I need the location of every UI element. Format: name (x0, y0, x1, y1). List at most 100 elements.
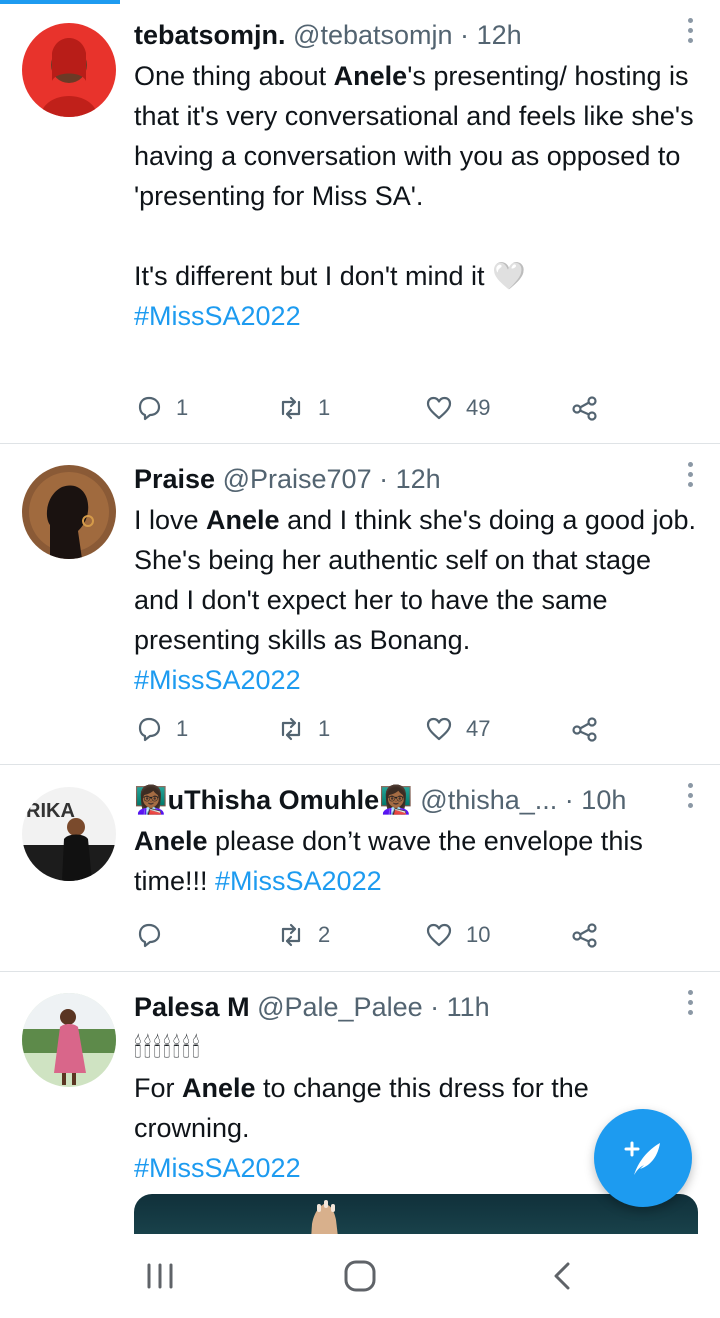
timestamp[interactable]: 12h (477, 20, 522, 50)
avatar-backdrop-text: RIKA (26, 800, 75, 822)
more-icon[interactable] (686, 18, 694, 48)
tweet-header: Praise @Praise707 · 12h (134, 460, 680, 498)
like-count: 47 (466, 716, 491, 741)
timestamp[interactable]: 10h (581, 785, 626, 815)
display-name[interactable]: 👩🏾‍🏫uThisha Omuhle👩🏾‍🏫 (134, 785, 413, 815)
display-name[interactable]: tebatsomjn. (134, 20, 286, 50)
like-button[interactable]: 10 (424, 917, 490, 953)
timestamp[interactable]: 12h (396, 464, 441, 494)
retweet-icon (281, 923, 301, 947)
share-icon (572, 396, 597, 421)
retweet-icon (281, 396, 301, 420)
avatar[interactable] (22, 993, 116, 1087)
retweet-count: 1 (318, 395, 331, 420)
share-button[interactable] (570, 917, 600, 953)
media-image (311, 1200, 338, 1234)
tweet-text: Anele please don’t wave the envelope thi… (134, 821, 702, 901)
reply-button[interactable]: 1 (134, 711, 188, 747)
system-navigation-bar (0, 1234, 720, 1318)
reply-count: 1 (176, 716, 189, 741)
tweet-header: tebatsomjn. @tebatsomjn · 12h (134, 16, 680, 54)
home-button[interactable] (340, 1256, 380, 1296)
avatar-image (22, 465, 116, 559)
retweet-button[interactable]: 1 (276, 711, 330, 747)
retweet-button[interactable]: 2 (276, 917, 330, 953)
tweet-actions: 1 1 49 (134, 390, 614, 426)
tweet-actions: 1 1 47 (134, 711, 614, 747)
text-segment: For (134, 1073, 183, 1103)
home-icon (344, 1260, 376, 1292)
avatar-image (22, 993, 116, 1087)
share-button[interactable] (570, 711, 600, 747)
separator-dot: · (430, 992, 440, 1022)
text-line: It's different but I don't mind it 🤍 (134, 261, 526, 291)
more-icon[interactable] (686, 990, 694, 1020)
recents-button[interactable] (140, 1256, 180, 1296)
like-icon (426, 396, 452, 420)
avatar-image (22, 23, 116, 117)
tweet[interactable]: tebatsomjn. @tebatsomjn · 12h One thing … (0, 0, 720, 444)
share-icon (572, 717, 597, 742)
user-handle[interactable]: @Pale_Palee (257, 992, 423, 1022)
tweet-header: 👩🏾‍🏫uThisha Omuhle👩🏾‍🏫 @thisha_... · 10h (134, 781, 676, 819)
tweet-text: I love Anele and I think she's doing a g… (134, 500, 702, 700)
tweet-text: One thing about Anele's presenting/ host… (134, 56, 702, 336)
compose-tweet-button[interactable] (594, 1109, 692, 1207)
timestamp[interactable]: 11h (447, 992, 490, 1022)
search-highlight: Anele (333, 61, 408, 91)
share-icon (572, 923, 597, 948)
more-icon[interactable] (686, 783, 694, 813)
search-highlight: Anele (134, 826, 208, 856)
avatar[interactable] (22, 465, 116, 559)
avatar[interactable] (22, 23, 116, 117)
tweet[interactable]: RIKA 👩🏾‍🏫uThisha Omuhle👩🏾‍🏫 @thisha_... … (0, 765, 720, 972)
reply-button[interactable] (134, 917, 176, 953)
like-icon (426, 717, 452, 741)
recents-icon (147, 1263, 173, 1289)
hashtag-link[interactable]: #MissSA2022 (134, 301, 301, 331)
reply-count: 1 (176, 395, 189, 420)
hashtag-link[interactable]: #MissSA2022 (134, 665, 301, 695)
user-handle[interactable]: @Praise707 (223, 464, 372, 494)
retweet-count: 2 (318, 922, 331, 947)
hashtag-link[interactable]: #MissSA2022 (134, 1153, 301, 1183)
search-highlight: Anele (182, 1073, 256, 1103)
user-handle[interactable]: @thisha_... (420, 785, 557, 815)
tweet[interactable]: Praise @Praise707 · 12h I love Anele and… (0, 444, 720, 765)
tweet-media[interactable] (134, 1194, 698, 1234)
compose-icon (624, 1141, 660, 1175)
avatar-image: RIKA (22, 787, 116, 881)
timeline-feed: tebatsomjn. @tebatsomjn · 12h One thing … (0, 0, 720, 1234)
hashtag-link[interactable]: #MissSA2022 (215, 866, 382, 896)
reply-button[interactable]: 1 (134, 390, 188, 426)
separator-dot: · (564, 785, 574, 815)
like-icon (426, 923, 452, 947)
like-button[interactable]: 47 (424, 711, 490, 747)
display-name[interactable]: Praise (134, 464, 215, 494)
tweet-header: Palesa M @Pale_Palee · 11h (134, 988, 680, 1026)
back-icon (554, 1262, 570, 1290)
retweet-button[interactable]: 1 (276, 390, 330, 426)
text-segment: One thing about (134, 61, 334, 91)
like-count: 49 (466, 395, 491, 420)
like-button[interactable]: 49 (424, 390, 490, 426)
reply-icon (138, 717, 161, 742)
display-name[interactable]: Palesa M (134, 992, 250, 1022)
separator-dot: · (379, 464, 389, 494)
retweet-icon (281, 717, 301, 741)
text-segment: I love (134, 505, 207, 535)
like-count: 10 (466, 922, 491, 947)
candle-emojis: 🕯🕯🕯🕯🕯🕯🕯 (134, 1033, 202, 1063)
reply-icon (138, 923, 161, 948)
separator-dot: · (460, 20, 470, 50)
back-button[interactable] (544, 1256, 584, 1296)
tweet-actions: 2 10 (134, 917, 614, 953)
reply-icon (138, 396, 161, 421)
text-segment: please don’t wave the envelope this time… (134, 826, 643, 896)
avatar[interactable]: RIKA (22, 787, 116, 881)
more-icon[interactable] (686, 462, 694, 492)
search-highlight: Anele (206, 505, 280, 535)
retweet-count: 1 (318, 716, 331, 741)
share-button[interactable] (570, 390, 600, 426)
user-handle[interactable]: @tebatsomjn (293, 20, 452, 50)
